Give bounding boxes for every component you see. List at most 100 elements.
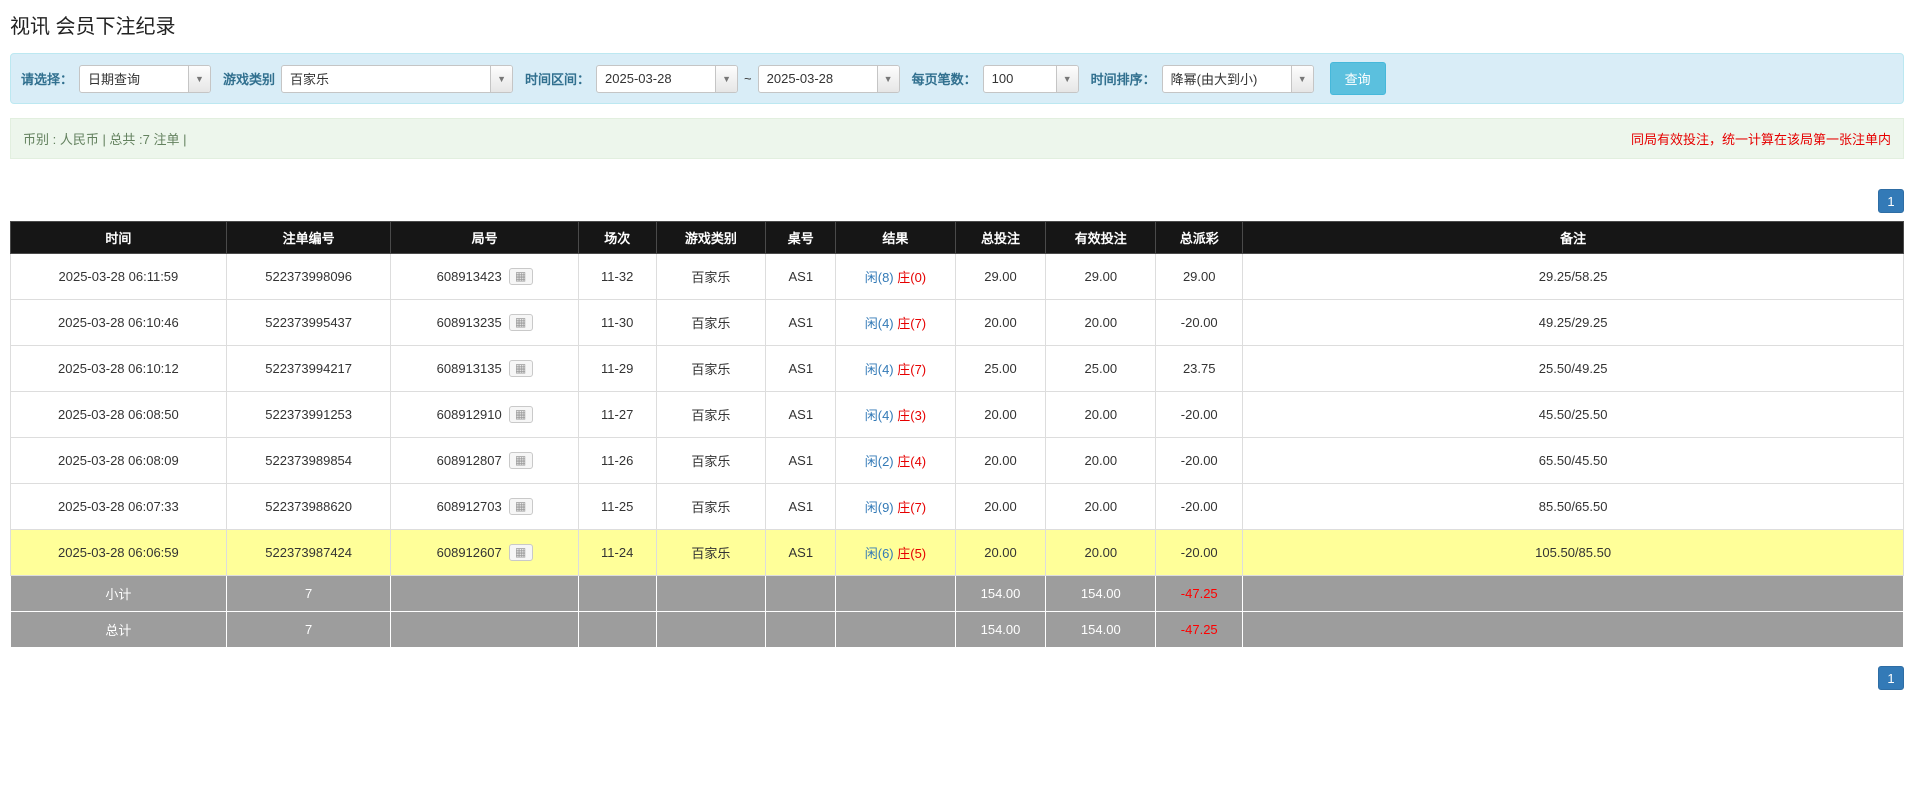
query-button[interactable]: 查询: [1329, 62, 1386, 95]
column-header: 桌号: [765, 221, 837, 254]
cell-bet-id: 522373989854: [225, 437, 392, 484]
column-header: 注单编号: [225, 221, 392, 254]
cell-remark: 85.50/65.50: [1242, 483, 1904, 530]
cell-time: 2025-03-28 06:10:46: [10, 299, 227, 346]
round-number: 608912703: [436, 499, 502, 515]
cell-total-bet-link[interactable]: 29.00: [954, 253, 1047, 300]
chevron-down-icon[interactable]: ▼: [1290, 65, 1313, 92]
roadmap-icon[interactable]: ▦: [508, 452, 533, 470]
round-number: 608913135: [436, 361, 502, 377]
result-player: 闲(2): [864, 454, 894, 469]
cell-time: 2025-03-28 06:08:50: [10, 391, 227, 438]
sort-label: 时间排序：: [1090, 72, 1156, 87]
cell-valid-bet: 20.00: [1045, 483, 1157, 530]
game-type-select[interactable]: 百家乐 ▼: [281, 64, 514, 93]
round-number: 608912910: [436, 407, 502, 423]
roadmap-icon[interactable]: ▦: [508, 498, 533, 516]
time-range-group: 时间区间： 2025-03-28 ▼ ~ 2025-03-28 ▼: [525, 64, 900, 93]
page-size-value: 100: [991, 71, 1014, 86]
cell-time: 2025-03-28 06:07:33: [10, 483, 227, 530]
result-banker: 庄(4): [897, 454, 927, 469]
subtotal-remark-empty: [1242, 575, 1904, 612]
page-size-label: 每页笔数：: [911, 72, 977, 87]
roadmap-icon[interactable]: ▦: [508, 268, 533, 286]
result-player: 闲(4): [864, 316, 894, 331]
cell-payout: -20.00: [1155, 483, 1244, 530]
filter-bar: 请选择： 日期查询 ▼ 游戏类别 百家乐 ▼ 时间区间： 2025-03-28 …: [10, 53, 1904, 104]
query-type-select[interactable]: 日期查询 ▼: [79, 64, 212, 93]
cell-result: 闲(9) 庄(7): [835, 483, 956, 530]
round-number: 608913235: [436, 315, 502, 331]
result-player: 闲(4): [864, 362, 894, 377]
roadmap-icon[interactable]: ▦: [508, 406, 533, 424]
total-remark-empty: [1242, 611, 1904, 648]
cell-total-bet-link[interactable]: 20.00: [954, 299, 1047, 346]
cell-payout: -20.00: [1155, 529, 1244, 576]
cell-remark: 25.50/49.25: [1242, 345, 1904, 392]
cell-game-type: 百家乐: [655, 299, 767, 346]
cell-result: 闲(4) 庄(7): [835, 345, 956, 392]
column-header: 有效投注: [1045, 221, 1157, 254]
cell-time: 2025-03-28 06:11:59: [10, 253, 227, 300]
page-button[interactable]: 1: [1878, 189, 1904, 213]
cell-payout: 29.00: [1155, 253, 1244, 300]
cell-remark: 105.50/85.50: [1242, 529, 1904, 576]
subtotal-row: 小计 7 154.00 154.00 -47.25: [10, 575, 1904, 612]
sort-select[interactable]: 降幂(由大到小) ▼: [1161, 64, 1314, 93]
result-player: 闲(8): [864, 270, 894, 285]
total-row: 总计 7 154.00 154.00 -47.25: [10, 611, 1904, 648]
cell-session: 11-25: [577, 483, 657, 530]
cell-total-bet-link[interactable]: 20.00: [954, 391, 1047, 438]
chevron-down-icon[interactable]: ▼: [490, 65, 513, 92]
chevron-down-icon[interactable]: ▼: [1055, 65, 1078, 92]
cell-bet-id: 522373987424: [225, 529, 392, 576]
total-empty-cell: [655, 611, 767, 648]
roadmap-icon[interactable]: ▦: [508, 360, 533, 378]
pagination-bottom: 1: [10, 666, 1904, 690]
subtotal-label: 小计: [10, 575, 227, 612]
table-row: 2025-03-28 06:08:50 522373991253 608912910…: [10, 391, 1904, 438]
subtotal-count: 7: [225, 575, 392, 612]
result-banker: 庄(7): [897, 362, 927, 377]
date-to-select[interactable]: 2025-03-28 ▼: [757, 64, 900, 93]
page-button[interactable]: 1: [1878, 666, 1904, 690]
cell-total-bet-link[interactable]: 20.00: [954, 437, 1047, 484]
cell-session: 11-29: [577, 345, 657, 392]
total-valid-bet: 154.00: [1045, 611, 1157, 648]
page-size-select[interactable]: 100 ▼: [982, 64, 1079, 93]
column-header: 游戏类别: [655, 221, 767, 254]
total-payout: -47.25: [1155, 611, 1244, 648]
cell-result: 闲(8) 庄(0): [835, 253, 956, 300]
cell-time: 2025-03-28 06:08:09: [10, 437, 227, 484]
subtotal-empty-cell: [577, 575, 657, 612]
result-player: 闲(4): [864, 408, 894, 423]
cell-remark: 49.25/29.25: [1242, 299, 1904, 346]
cell-session: 11-27: [577, 391, 657, 438]
game-type-value: 百家乐: [290, 72, 330, 87]
total-label: 总计: [10, 611, 227, 648]
cell-payout: -20.00: [1155, 437, 1244, 484]
cell-valid-bet: 29.00: [1045, 253, 1157, 300]
chevron-down-icon[interactable]: ▼: [876, 65, 899, 92]
date-from-select[interactable]: 2025-03-28 ▼: [596, 64, 739, 93]
roadmap-icon[interactable]: ▦: [508, 314, 533, 332]
cell-valid-bet: 20.00: [1045, 437, 1157, 484]
result-player: 闲(9): [864, 500, 894, 515]
page-root: 视讯 会员下注纪录 请选择： 日期查询 ▼ 游戏类别 百家乐 ▼ 时间区间： 2…: [0, 0, 1914, 714]
cell-remark: 29.25/58.25: [1242, 253, 1904, 300]
sort-group: 时间排序： 降幂(由大到小) ▼: [1090, 64, 1314, 93]
result-banker: 庄(7): [897, 500, 927, 515]
subtotal-empty-cell: [390, 575, 579, 612]
roadmap-icon[interactable]: ▦: [508, 544, 533, 562]
range-separator: ~: [744, 71, 752, 86]
cell-total-bet-link[interactable]: 20.00: [954, 483, 1047, 530]
subtotal-empty-cell: [765, 575, 837, 612]
cell-bet-id: 522373995437: [225, 299, 392, 346]
cell-total-bet-link[interactable]: 20.00: [954, 529, 1047, 576]
cell-round: 608913423 ▦: [390, 253, 579, 300]
table-row: 2025-03-28 06:06:59 522373987424 608912607…: [10, 529, 1904, 576]
cell-total-bet-link[interactable]: 25.00: [954, 345, 1047, 392]
page-size-group: 每页笔数： 100 ▼: [911, 64, 1079, 93]
chevron-down-icon[interactable]: ▼: [715, 65, 738, 92]
chevron-down-icon[interactable]: ▼: [188, 65, 211, 92]
